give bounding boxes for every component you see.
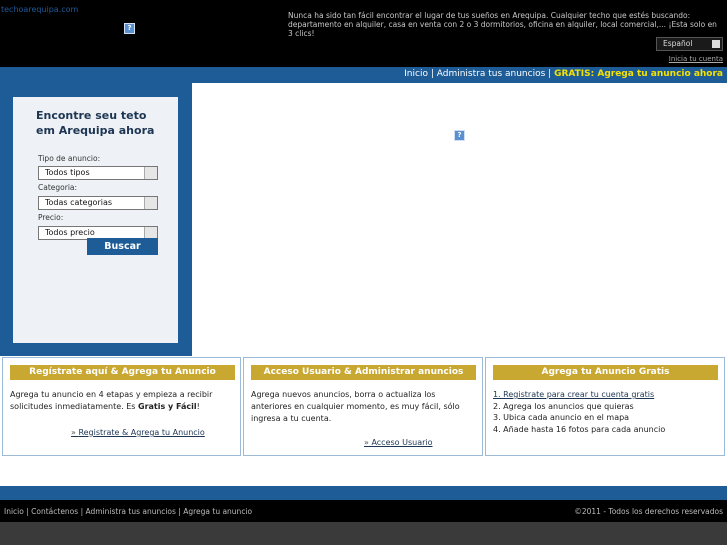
register-body-end: ! — [196, 402, 200, 411]
access-body: Agrega nuevos anuncios, borra o actualiz… — [251, 390, 460, 423]
register-link[interactable]: » Registrate & Agrega tu Anuncio — [71, 428, 205, 437]
top-nav-bar: Inicio | Administra tus anuncios | GRATI… — [0, 67, 727, 83]
language-select[interactable]: Español — [656, 37, 723, 51]
nav-separator: | — [545, 69, 555, 79]
categoria-value: Todas categorias — [45, 198, 113, 207]
login-link[interactable]: Inicia tu cuenta — [669, 55, 723, 63]
bottom-band — [0, 522, 727, 545]
register-box: Regístrate aquí & Agrega tu Anuncio Agre… — [2, 357, 241, 456]
categoria-select[interactable]: Todas categorias — [38, 196, 158, 210]
access-link-label: Acceso Usuario — [371, 438, 433, 447]
free-heading: Agrega tu Anuncio Gratis — [493, 365, 718, 380]
dropdown-arrow-icon — [712, 40, 720, 48]
free-step-item[interactable]: 1. Registrate para crear tu cuenta grati… — [493, 389, 718, 401]
tipo-value: Todos tipos — [45, 168, 90, 177]
main-content: Encontre seu teto em Arequipa ahora Tipo… — [0, 83, 727, 356]
free-step-item: 3. Ubica cada anuncio en el mapa — [493, 413, 630, 422]
register-heading: Regístrate aquí & Agrega tu Anuncio — [10, 365, 235, 380]
site-tagline: Nunca ha sido tan fácil encontrar el lug… — [288, 11, 717, 38]
site-footer: Inicio | Contáctenos | Administra tus an… — [0, 500, 727, 522]
categoria-label: Categoria: — [38, 183, 78, 192]
tipo-label: Tipo de anuncio: — [38, 154, 101, 163]
broken-image-icon: ? — [124, 23, 135, 34]
nav-inicio-link[interactable]: Inicio — [404, 69, 428, 79]
register-body: Agrega tu anuncio en 4 etapas y empieza … — [10, 389, 235, 413]
footer-links[interactable]: Inicio | Contáctenos | Administra tus an… — [4, 507, 252, 516]
broken-image-icon: ? — [454, 130, 465, 141]
site-header: techoarequipa.com ? Nunca ha sido tan fá… — [0, 0, 727, 67]
site-logo-link[interactable]: techoarequipa.com — [1, 5, 78, 14]
access-link[interactable]: » Acceso Usuario — [364, 438, 433, 447]
dropdown-arrow-icon — [144, 197, 157, 209]
footer-band — [0, 486, 727, 500]
search-title: Encontre seu teto em Arequipa ahora — [36, 109, 155, 137]
free-step-item: 2. Agrega los anuncios que quieras — [493, 401, 634, 411]
access-heading: Acceso Usuario & Administrar anuncios — [251, 365, 476, 380]
nav-admin-link[interactable]: Administra tus anuncios — [437, 69, 546, 79]
sidebar: Encontre seu teto em Arequipa ahora Tipo… — [0, 83, 192, 356]
footer-copyright: ©2011 - Todos los derechos reservados — [574, 507, 723, 516]
top-nav-links: Inicio | Administra tus anuncios | GRATI… — [404, 69, 723, 79]
nav-add-free-link[interactable]: GRATIS: Agrega tu anuncio ahora — [554, 69, 723, 79]
free-step-item: 4. Añade hasta 16 fotos para cada anunci… — [493, 424, 666, 434]
register-link-label: Registrate & Agrega tu Anuncio — [78, 428, 205, 437]
dropdown-arrow-icon — [144, 167, 157, 179]
free-step-register-link[interactable]: 1. Registrate para crear tu cuenta grati… — [493, 390, 654, 399]
search-button[interactable]: Buscar — [87, 238, 158, 255]
free-box: Agrega tu Anuncio Gratis 1. Registrate p… — [485, 357, 725, 456]
precio-label: Precio: — [38, 213, 64, 222]
nav-separator: | — [427, 69, 437, 79]
precio-value: Todos precio — [45, 228, 95, 237]
tipo-select[interactable]: Todos tipos — [38, 166, 158, 180]
free-steps-list: 1. Registrate para crear tu cuenta grati… — [493, 389, 718, 435]
search-panel: Encontre seu teto em Arequipa ahora Tipo… — [13, 97, 178, 343]
language-value: Español — [663, 39, 693, 48]
access-box: Acceso Usuario & Administrar anuncios Ag… — [243, 357, 483, 456]
register-body-emphasis: Gratis y Fácil — [138, 402, 197, 411]
